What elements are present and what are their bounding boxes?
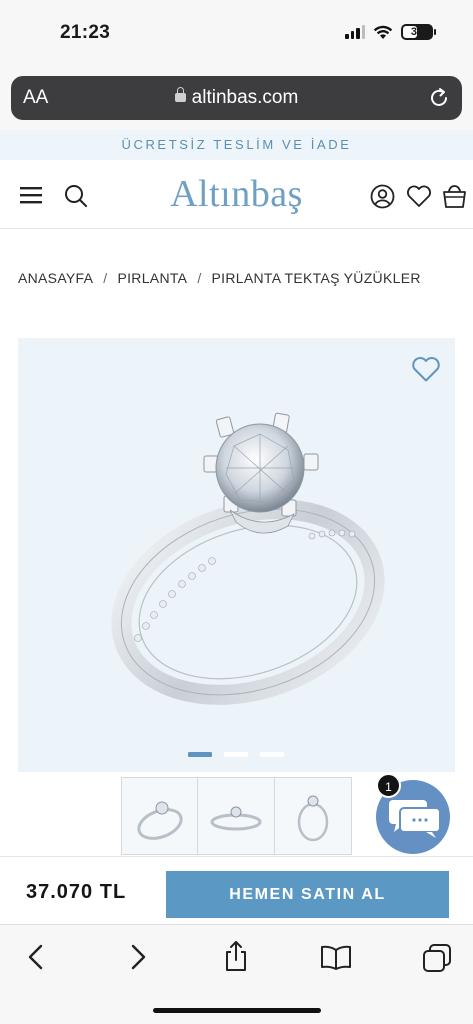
back-icon[interactable] (26, 943, 46, 971)
thumbnail-2[interactable] (198, 777, 275, 855)
forward-icon[interactable] (128, 943, 148, 971)
share-icon[interactable] (223, 939, 249, 973)
battery-level: 39 (410, 26, 424, 38)
thumbnail-3[interactable] (275, 777, 352, 855)
purchase-bar: 37.070 TL HEMEN SATIN AL (0, 856, 473, 924)
gallery-pagination (188, 752, 284, 757)
url-display[interactable]: altinbas.com (11, 87, 462, 109)
ring-thumbnail-icon (136, 801, 183, 840)
site-header: Altınbaş (0, 160, 473, 229)
battery-icon: 39 (401, 24, 436, 40)
product-image-ring (111, 412, 385, 705)
thumbnail-strip (121, 777, 352, 855)
add-to-favorites-icon[interactable] (411, 356, 441, 383)
promo-banner[interactable]: ÜCRETSİZ TESLİM VE İADE (0, 130, 473, 160)
status-icons: 39 (345, 24, 436, 40)
product-gallery[interactable] (18, 338, 455, 772)
account-icon[interactable] (370, 184, 395, 209)
url-text: altinbas.com (191, 87, 299, 108)
breadcrumb-separator: / (103, 270, 108, 286)
breadcrumb-separator: / (197, 270, 202, 286)
signal-icon (345, 25, 365, 39)
wishlist-icon[interactable] (406, 185, 432, 208)
thumbnail-1[interactable] (121, 777, 198, 855)
product-price: 37.070 TL (26, 881, 127, 903)
status-time: 21:23 (60, 22, 111, 43)
lock-icon (174, 87, 186, 102)
gallery-dot-1[interactable] (188, 752, 212, 757)
brand-logo[interactable]: Altınbaş (0, 172, 473, 216)
cart-icon[interactable] (442, 183, 467, 209)
chat-notification-badge: 1 (376, 773, 401, 798)
breadcrumb-item-home[interactable]: ANASAYFA (18, 270, 93, 286)
breadcrumb-item-category[interactable]: PIRLANTA (117, 270, 187, 286)
browser-address-area: AA altinbas.com (0, 68, 473, 130)
gallery-dot-3[interactable] (260, 752, 284, 757)
buy-now-button[interactable]: HEMEN SATIN AL (166, 871, 449, 918)
breadcrumb-item-subcategory[interactable]: PIRLANTA TEKTAŞ YÜZÜKLER (212, 270, 421, 286)
address-bar[interactable]: AA altinbas.com (11, 76, 462, 120)
reload-icon[interactable] (428, 87, 450, 109)
wifi-icon (373, 25, 393, 39)
ring-thumbnail-icon (297, 795, 329, 842)
home-indicator (153, 1008, 321, 1013)
ring-thumbnail-icon (210, 806, 262, 831)
status-bar: 21:23 39 (0, 0, 473, 68)
gallery-dot-2[interactable] (224, 752, 248, 757)
bookmarks-icon[interactable] (320, 945, 352, 971)
tabs-icon[interactable] (422, 943, 452, 973)
breadcrumb: ANASAYFA / PIRLANTA / PIRLANTA TEKTAŞ YÜ… (18, 270, 421, 286)
